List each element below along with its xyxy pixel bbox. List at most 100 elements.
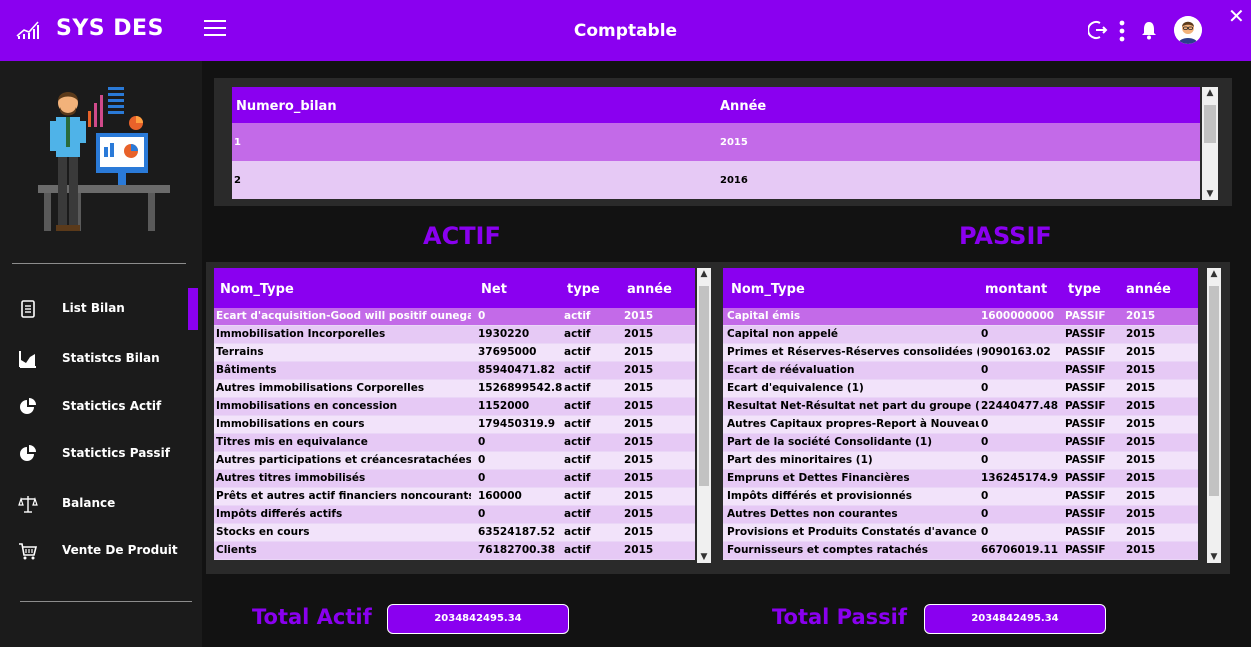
actif-scrollbar[interactable]: ▲ ▼ xyxy=(697,268,711,563)
cell-nom-type: Autres Capitaux propres-Report à Nouveau xyxy=(727,418,979,430)
table-row[interactable]: Ecart d'equivalence (1) 0 PASSIF 2015 xyxy=(723,380,1198,398)
sidebar-item-label: Statictics Passif xyxy=(62,446,170,460)
table-row[interactable]: Resultat Net-Résultat net part du groupe… xyxy=(723,398,1198,416)
bilan-table[interactable]: Numero_bilan Année 1 2015 2 2016 xyxy=(232,87,1200,200)
table-row[interactable]: Autres Capitaux propres-Report à Nouveau… xyxy=(723,416,1198,434)
passif-scrollbar[interactable]: ▲ ▼ xyxy=(1207,268,1221,563)
cell-numero: 2 xyxy=(234,175,241,186)
table-row[interactable]: Immobilisations en cours 179450319.9 actif… xyxy=(214,416,695,434)
cell-type: PASSIF xyxy=(1065,328,1106,340)
table-row[interactable]: Part de la société Consolidante (1) 0 PASS… xyxy=(723,434,1198,452)
table-row[interactable]: Immobilisations en concession 1152000 acti… xyxy=(214,398,695,416)
cell-annee: 2015 xyxy=(624,490,654,502)
table-row[interactable]: Autres immobilisations Corporelles 152689… xyxy=(214,380,695,398)
table-row[interactable]: Immobilisation Incorporelles 1930220 actif… xyxy=(214,326,695,344)
total-passif-value: 2034842495.34 xyxy=(924,604,1106,634)
cell-value: 0 xyxy=(981,508,989,520)
table-row[interactable]: Fournisseurs et comptes ratachés 66706019… xyxy=(723,542,1198,560)
sidebar-item-statictics-passif[interactable]: Statictics Passif xyxy=(0,434,202,474)
sidebar-item-label: Vente De Produit xyxy=(62,543,178,557)
table-row[interactable]: Provisions et Produits Constatés d'avanc… xyxy=(723,524,1198,542)
cell-nom-type: Impôts différés et provisionnés xyxy=(727,490,912,502)
cell-type: PASSIF xyxy=(1065,508,1106,520)
cell-type: actif xyxy=(564,382,591,394)
table-row[interactable]: Bâtiments 85940471.82 actif 2015 xyxy=(214,362,695,380)
table-row[interactable]: Autres titres immobilisés 0 actif 2015 xyxy=(214,470,695,488)
table-row[interactable]: Prêts et autres actif financiers noncour… xyxy=(214,488,695,506)
close-icon[interactable]: ✕ xyxy=(1228,4,1245,28)
sidebar-item-statictics-actif[interactable]: Statictics Actif xyxy=(0,387,202,427)
table-row[interactable]: Part des minoritaires (1) 0 PASSIF 2015 xyxy=(723,452,1198,470)
active-indicator xyxy=(188,288,198,330)
table-row[interactable]: Capital émis 1600000000 PASSIF 2015 xyxy=(723,308,1198,326)
cell-annee: 2015 xyxy=(1126,454,1156,466)
column-header-nom-type: Nom_Type xyxy=(220,282,294,297)
cell-annee: 2015 xyxy=(1126,346,1156,358)
cell-value: 0 xyxy=(981,364,989,376)
column-header-annee: année xyxy=(627,282,672,297)
cell-type: actif xyxy=(564,400,591,412)
cell-value: 0 xyxy=(478,436,486,448)
cell-nom-type: Ecart d'equivalence (1) xyxy=(727,382,864,394)
table-row[interactable]: Impôts différés et provisionnés 0 PASSIF 20… xyxy=(723,488,1198,506)
bell-icon[interactable] xyxy=(1140,20,1158,40)
cell-nom-type: Resultat Net-Résultat net part du groupe… xyxy=(727,400,979,412)
table-row[interactable]: Impôts differés actifs 0 actif 2015 xyxy=(214,506,695,524)
logout-icon[interactable] xyxy=(1088,20,1108,40)
cell-annee: 2015 xyxy=(624,508,654,520)
column-header-annee: année xyxy=(1126,282,1171,297)
cell-nom-type: Autres participations et créancesrataché… xyxy=(216,454,471,466)
sidebar: List Bilan Statistcs Bilan Statictics Ac… xyxy=(0,61,202,647)
actif-table[interactable]: Nom_Type Net type année Ecart d'acquisit… xyxy=(214,268,695,563)
cell-type: actif xyxy=(564,418,591,430)
cell-type: actif xyxy=(564,472,591,484)
cell-type: PASSIF xyxy=(1065,544,1106,556)
top-bar: SYS DES Comptable ✕ xyxy=(0,0,1251,61)
table-row[interactable]: Terrains 37695000 actif 2015 xyxy=(214,344,695,362)
sidebar-divider-top xyxy=(12,263,186,264)
table-row[interactable]: 2 2016 xyxy=(232,161,1200,199)
cell-nom-type: Capital non appelé xyxy=(727,328,839,340)
cell-value: 85940471.82 xyxy=(478,364,556,376)
table-row[interactable]: Autres participations et créancesrataché… xyxy=(214,452,695,470)
table-row[interactable]: Ecart d'acquisition-Good will positif ou… xyxy=(214,308,695,326)
table-header: Numero_bilan Année xyxy=(232,87,1200,123)
table-row[interactable]: Capital non appelé 0 PASSIF 2015 xyxy=(723,326,1198,344)
table-header: Nom_Type Net type année xyxy=(214,268,695,308)
cell-nom-type: Part de la société Consolidante (1) xyxy=(727,436,933,448)
bilan-scrollbar[interactable]: ▲ ▼ xyxy=(1202,87,1218,200)
sidebar-item-list-bilan[interactable]: List Bilan xyxy=(0,289,202,329)
column-header-net: Net xyxy=(481,282,507,297)
sidebar-item-label: Balance xyxy=(62,496,116,510)
table-row[interactable]: Empruns et Dettes Financières 136245174.9… xyxy=(723,470,1198,488)
column-header-nom-type: Nom_Type xyxy=(731,282,805,297)
cell-annee: 2015 xyxy=(1126,472,1156,484)
table-row[interactable]: 1 2015 xyxy=(232,123,1200,161)
cell-annee: 2015 xyxy=(1126,544,1156,556)
table-row[interactable]: Stocks en cours 63524187.52 actif 2015 xyxy=(214,524,695,542)
table-row[interactable]: Primes et Réserves-Réserves consolidées … xyxy=(723,344,1198,362)
cell-value: 0 xyxy=(981,526,989,538)
cell-value: 0 xyxy=(981,436,989,448)
table-row[interactable]: Autres Dettes non courantes 0 PASSIF 2015 xyxy=(723,506,1198,524)
total-actif-value: 2034842495.34 xyxy=(387,604,569,634)
table-row[interactable]: Titres mis en equivalance 0 actif 2015 xyxy=(214,434,695,452)
more-vertical-icon[interactable] xyxy=(1118,20,1126,42)
avatar[interactable] xyxy=(1174,16,1202,44)
cell-value: 76182700.38 xyxy=(478,544,556,556)
cell-annee: 2015 xyxy=(720,137,748,148)
cell-nom-type: Prêts et autres actif financiers noncour… xyxy=(216,490,471,502)
cell-annee: 2015 xyxy=(1126,382,1156,394)
table-row[interactable]: Clients 76182700.38 actif 2015 xyxy=(214,542,695,560)
sidebar-item-vente-de-produit[interactable]: Vente De Produit xyxy=(0,531,202,571)
passif-table[interactable]: Nom_Type montant type année Capital émis… xyxy=(723,268,1198,563)
cell-annee: 2015 xyxy=(624,544,654,556)
table-row[interactable]: Ecart de réévaluation 0 PASSIF 2015 xyxy=(723,362,1198,380)
cell-annee: 2015 xyxy=(1126,418,1156,430)
cell-annee: 2015 xyxy=(624,436,654,448)
cell-type: actif xyxy=(564,544,591,556)
sidebar-item-balance[interactable]: Balance xyxy=(0,484,202,524)
cell-value: 0 xyxy=(981,490,989,502)
column-header-type: type xyxy=(1068,282,1101,297)
sidebar-item-statistcs-bilan[interactable]: Statistcs Bilan xyxy=(0,339,202,379)
